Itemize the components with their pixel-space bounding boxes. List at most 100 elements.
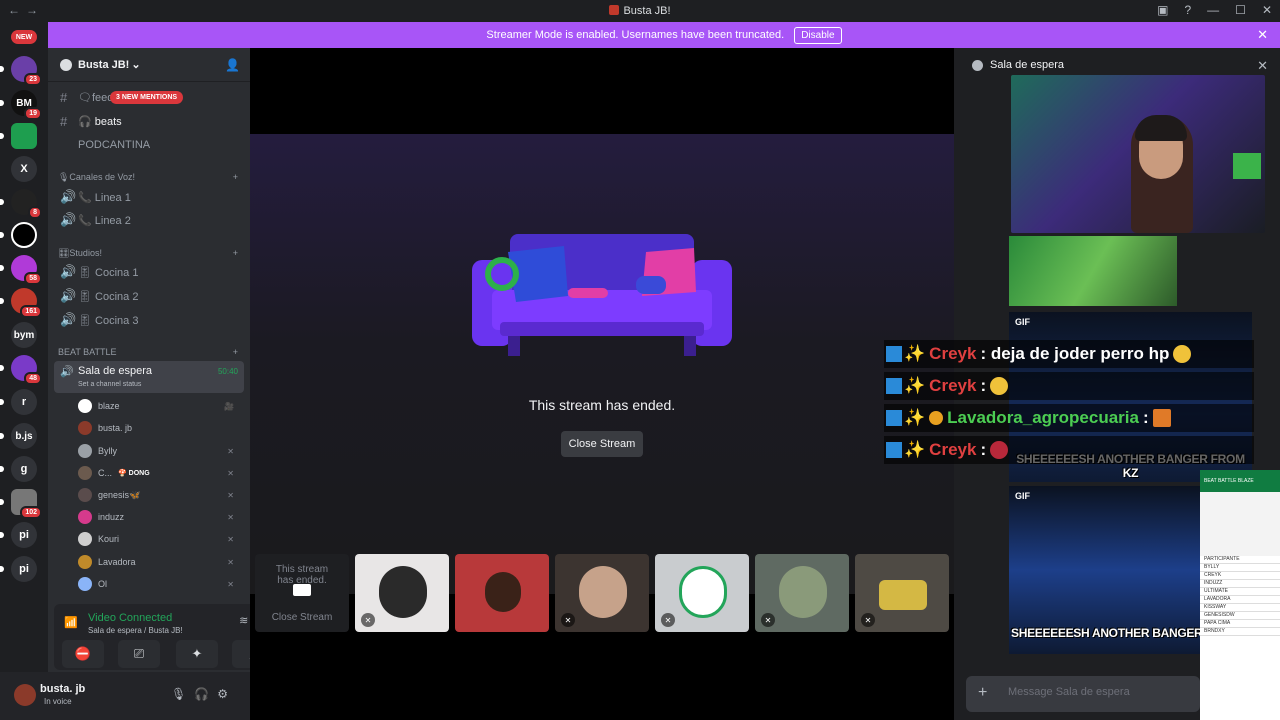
unread-pill [0,399,4,405]
help-icon[interactable]: ? [1184,3,1191,17]
unread-pill [0,532,4,538]
new-mentions-pill[interactable]: 3 NEW MENTIONS [110,91,184,104]
server-icon-sheets[interactable] [11,123,37,149]
add-channel-icon[interactable]: + [233,347,238,357]
server-icon-folder[interactable]: 102 [11,489,42,519]
participant-tile[interactable]: ✕ [655,554,749,632]
server-icon[interactable]: 23 [11,56,42,86]
disable-button[interactable]: Disable [794,26,842,44]
muted-mic-icon: ✕ [227,534,234,544]
channel-podcantina[interactable]: PODCANTINA [56,134,244,156]
message-input[interactable] [1008,686,1188,698]
server-badge: 23 [24,73,42,86]
banner-close-icon[interactable]: ✕ [1257,27,1268,43]
add-channel-icon[interactable]: + [233,172,238,183]
sparkle-icon: ✨ [904,376,926,395]
server-icon-pi[interactable]: pi [11,522,37,548]
voice-user[interactable]: C... 🍄 DONG ✕ [78,462,240,484]
server-icon-bm[interactable]: BM 19 [11,90,42,120]
muted-mic-icon: ✕ [227,446,234,456]
chat-title: Sala de espera [990,59,1064,71]
voice-user[interactable]: Bylly ✕ [78,440,240,462]
close-icon[interactable]: ✕ [1257,58,1268,74]
signal-icon[interactable]: 📶 [64,616,78,630]
close-stream-button[interactable]: Close Stream [561,431,643,457]
maximize-button[interactable]: ☐ [1235,3,1246,17]
window-title: Busta JB! [0,5,1280,17]
activities-button[interactable]: ✦ [176,640,218,668]
unread-pill [0,265,4,271]
avatar[interactable] [14,684,36,706]
gear-icon[interactable]: ⚙ [217,687,236,701]
emoji-icon [990,377,1009,395]
sheet-row: PAPA CIMA [1200,620,1280,628]
server-icon-r[interactable]: r [11,389,37,415]
hash-icon: # [60,113,68,129]
category-studios[interactable]: 🎛Studios! + [58,248,238,259]
mic-icon[interactable]: 🎙 [171,687,194,701]
channel-cocina-3[interactable]: 🔊 🎚 Cocina 3 [56,309,244,331]
camera-button[interactable]: ⛔ [62,640,104,668]
voice-user[interactable]: blaze 🎥 [78,395,240,417]
username[interactable]: busta. jb [40,683,85,695]
participant-tile[interactable] [455,554,549,632]
channel-linea-2[interactable]: 🔊 📞 Linea 2 [56,209,244,231]
channel-cocina-2[interactable]: 🔊 🎚 Cocina 2 [56,285,244,307]
muted-mic-icon: ✕ [561,613,575,627]
screen-share-button[interactable]: ⎚ [118,640,160,668]
server-icon-eye[interactable] [11,222,37,248]
channel-linea-1[interactable]: 🔊 📞 Linea 1 [56,186,244,208]
inbox-icon[interactable]: ▣ [1157,3,1168,17]
category-label: 🎙Canales de Voz! [58,172,135,182]
category-beat-battle[interactable]: BEAT BATTLE + [58,347,238,357]
participant-tile[interactable]: ✕ [855,554,949,632]
tile-close-stream[interactable]: Close Stream [255,612,349,623]
minimize-button[interactable]: — [1207,3,1219,17]
voice-user[interactable]: Lavadora ✕ [78,551,240,573]
invite-icon[interactable]: 👤 [225,58,240,72]
voice-user-name: Lavadora [98,557,136,567]
channel-beats[interactable]: # 🎧 beats [56,110,244,132]
attach-plus-icon[interactable]: + [978,684,987,702]
voice-user[interactable]: Ol ✕ [78,573,240,595]
voice-user[interactable]: Kouri ✕ [78,528,240,550]
headphones-icon[interactable]: 🎧 [194,687,217,701]
server-icon-g[interactable]: g [11,456,37,482]
server-icon[interactable]: 8 [11,189,42,219]
server-icon[interactable]: 58 [11,255,42,285]
server-icon-bjs[interactable]: b.js [11,423,37,449]
category-voice[interactable]: 🎙Canales de Voz! + [58,172,238,183]
voice-user[interactable]: busta. jb [78,417,240,439]
server-badge: 161 [20,305,42,318]
server-icon[interactable]: 48 [11,355,42,385]
voice-user[interactable]: induzz ✕ [78,506,240,528]
stream-tile[interactable]: This stream has ended. Close Stream [255,554,349,632]
sparkle-icon: ✨ [904,344,926,363]
avatar [78,532,92,546]
tile-ended-text: This stream has ended. [275,564,329,586]
participant-tile[interactable]: ✕ [355,554,449,632]
voice-user[interactable]: genesis🦋 ✕ [78,484,240,506]
badge-icon [886,346,902,362]
gif-attachment[interactable] [1009,236,1177,306]
server-icon[interactable]: 161 [11,288,42,318]
muted-mic-icon: ✕ [761,613,775,627]
badge-icon [886,442,902,458]
channel-cocina-1[interactable]: 🔊 🎚 Cocina 1 [56,261,244,283]
participant-tile[interactable]: ✕ [555,554,649,632]
channel-label: 🎚 Cocina 2 [78,290,139,303]
server-icon-pi-2[interactable]: pi [11,556,37,582]
participant-tile[interactable]: ✕ [755,554,849,632]
channel-status[interactable]: Set a channel status [78,381,141,388]
close-window-button[interactable]: ✕ [1262,3,1272,17]
sheet-title: BEAT BATTLE BLAZE [1200,470,1280,492]
voice-location[interactable]: Sala de espera / Busta JB! [88,626,183,635]
server-bjs-label: b.js [15,430,33,442]
add-channel-icon[interactable]: + [233,248,238,259]
webcam-overlay [1011,75,1265,233]
channel-sala-de-espera[interactable]: 🔊 Sala de espera Set a channel status 50… [54,361,244,393]
guild-header[interactable]: Busta JB! ⌄ 👤 [48,48,250,82]
server-icon-bym[interactable]: bym [11,322,37,348]
channel-label: 🎧 beats [78,115,122,128]
server-icon-x[interactable]: X [11,156,37,182]
